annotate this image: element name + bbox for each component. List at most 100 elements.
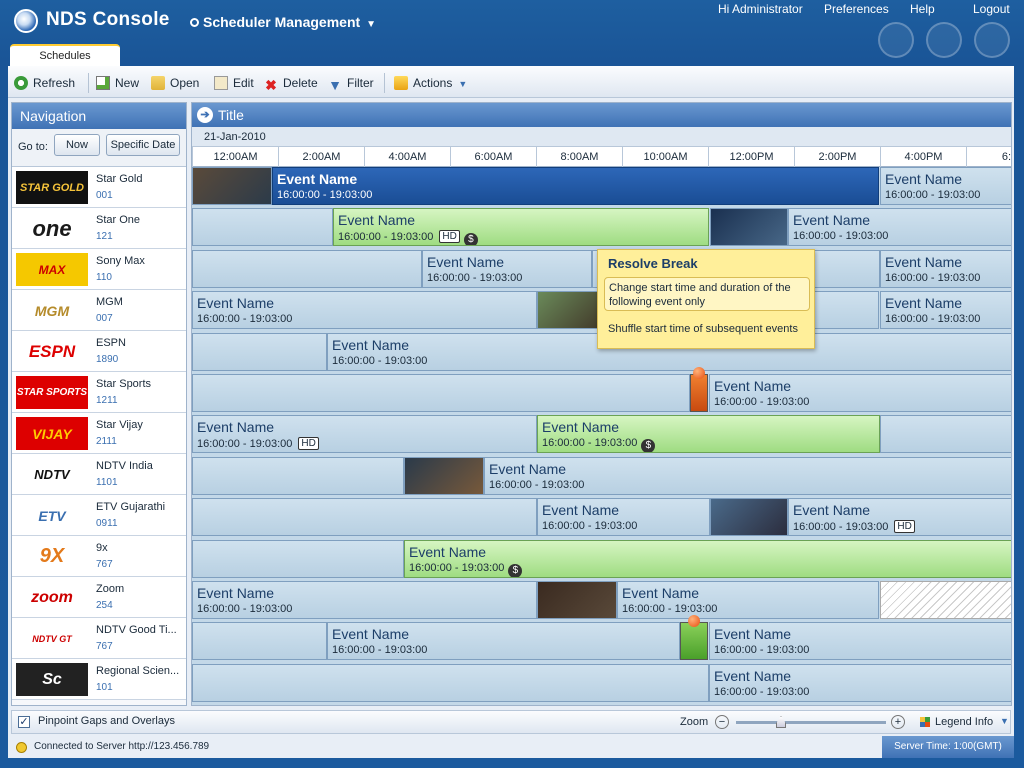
overlay-marker[interactable] xyxy=(690,374,708,412)
event-block[interactable]: Event Name 16:00:00 - 19:03:00 HD $ xyxy=(333,208,709,247)
event-block[interactable] xyxy=(192,456,404,495)
delete-icon: ✖ xyxy=(265,77,277,93)
option-change-following[interactable]: Change start time and duration of the fo… xyxy=(604,277,810,311)
zoom-in-icon[interactable]: + xyxy=(891,715,905,729)
event-block[interactable]: Event Name 16:00:00 - 19:03:00 xyxy=(709,374,1011,412)
event-block[interactable] xyxy=(192,167,272,205)
option-shuffle-subsequent[interactable]: Shuffle start time of subsequent events xyxy=(608,323,798,335)
event-time: 16:00:00 - 19:03:00 xyxy=(714,686,809,698)
channel-row[interactable]: STAR GOLD Star Gold 001 xyxy=(12,167,186,208)
channel-name: NDTV India xyxy=(96,460,153,472)
event-block[interactable]: Event Name 16:00:00 - 19:03:00 xyxy=(192,581,537,619)
zoom-out-icon[interactable]: − xyxy=(715,715,729,729)
event-thumbnail xyxy=(405,457,483,494)
edit-button[interactable]: Edit xyxy=(214,74,254,92)
zoom-slider[interactable] xyxy=(736,721,886,724)
event-time-text: 16:00:00 - 19:03:00 xyxy=(714,644,810,657)
channel-row[interactable]: one Star One 121 xyxy=(12,208,186,249)
delete-button[interactable]: ✖ Delete xyxy=(264,74,318,92)
actions-menu[interactable]: Actions ▼ xyxy=(394,74,467,92)
logout-link[interactable]: Logout xyxy=(973,2,1010,16)
event-block[interactable]: Event Name 16:00:00 - 19:03:00 $ xyxy=(404,539,1011,578)
filter-button[interactable]: ▼ Filter xyxy=(328,74,374,92)
event-block[interactable] xyxy=(192,332,327,371)
event-block[interactable] xyxy=(192,539,404,578)
schedule-row: Event Name 16:00:00 - 19:03:00 HD $ Event Na… xyxy=(192,208,1011,249)
channel-row[interactable]: VIJAY Star Vijay 2111 xyxy=(12,413,186,454)
event-block[interactable]: Event Name 16:00:00 - 19:03:00 HD xyxy=(192,415,537,454)
help-link[interactable]: Help xyxy=(910,2,935,16)
event-block[interactable] xyxy=(192,249,422,288)
event-block[interactable]: Event Name 16:00:00 - 19:03:00 HD xyxy=(788,498,1011,537)
channel-number: 001 xyxy=(96,190,113,201)
legend-info-menu[interactable]: Legend Info xyxy=(935,716,993,728)
event-time: 16:00:00 - 19:03:00 xyxy=(332,355,427,367)
event-time-text: 16:00:00 - 19:03:00 xyxy=(714,685,810,698)
channel-row[interactable]: STAR SPORTS Star Sports 1211 xyxy=(12,372,186,413)
channel-row[interactable]: ETV ETV Gujarathi 0911 xyxy=(12,495,186,536)
event-block[interactable] xyxy=(192,622,327,661)
event-block[interactable]: Event Name 16:00:00 - 19:03:00 xyxy=(880,167,1011,205)
event-block[interactable] xyxy=(192,374,690,412)
event-block[interactable] xyxy=(710,208,788,247)
channel-row[interactable]: MAX Sony Max 110 xyxy=(12,249,186,290)
event-block[interactable]: Event Name 16:00:00 - 19:03:00 xyxy=(617,581,879,619)
channel-row[interactable]: MGM MGM 007 xyxy=(12,290,186,331)
module-selector[interactable]: Scheduler Management ▼ xyxy=(190,14,376,30)
channel-row[interactable]: NDTV GT NDTV Good Ti... 767 xyxy=(12,618,186,659)
event-time-text: 16:00:00 - 19:03:00 xyxy=(409,561,505,574)
channel-number: 254 xyxy=(96,600,113,611)
event-block[interactable]: Event Name 16:00:00 - 19:03:00 xyxy=(880,291,1011,330)
channel-row[interactable]: Sc Regional Scien... 101 xyxy=(12,659,186,700)
channel-name: 9x xyxy=(96,542,108,554)
event-block[interactable]: Event Name 16:00:00 - 19:03:00 xyxy=(422,249,592,288)
event-time-text: 16:00:00 - 19:03:00 xyxy=(338,231,434,244)
event-block[interactable]: Event Name 16:00:00 - 19:03:00 xyxy=(537,498,710,537)
refresh-button[interactable]: Refresh xyxy=(14,74,75,92)
event-block[interactable] xyxy=(537,581,617,619)
event-block[interactable]: Event Name 16:00:00 - 19:03:00 xyxy=(788,208,1011,247)
app-title: NDS Console xyxy=(46,9,170,30)
event-block[interactable] xyxy=(192,663,709,702)
arrow-right-icon[interactable]: ➔ xyxy=(197,107,213,123)
event-block[interactable]: Event Name 16:00:00 - 19:03:00 xyxy=(709,663,1011,702)
refresh-icon xyxy=(14,76,28,90)
event-time-text: 16:00:00 - 19:03:00 xyxy=(885,313,981,326)
channel-logo: ESPN xyxy=(16,335,88,368)
specific-date-button[interactable]: Specific Date xyxy=(106,134,180,156)
event-block[interactable] xyxy=(192,498,537,537)
event-block[interactable]: Event Name 16:00:00 - 19:03:00 xyxy=(709,622,1011,661)
event-block[interactable]: Event Name 16:00:00 - 19:03:00 xyxy=(484,456,1011,495)
gap-marker[interactable] xyxy=(680,622,708,661)
pin-icon[interactable] xyxy=(693,367,705,379)
event-block[interactable]: Event Name 16:00:00 - 19:03:00 xyxy=(272,167,879,205)
channel-row[interactable]: 9X 9x 767 xyxy=(12,536,186,577)
channel-row[interactable]: ESPN ESPN 1890 xyxy=(12,331,186,372)
channel-name: Star Vijay xyxy=(96,419,143,431)
channel-row[interactable]: zoom Zoom 254 xyxy=(12,577,186,618)
now-button[interactable]: Now xyxy=(54,134,100,156)
event-title: Event Name xyxy=(714,626,792,643)
toolbar-divider xyxy=(384,73,385,93)
new-button[interactable]: New xyxy=(96,74,139,92)
event-block[interactable] xyxy=(192,208,333,247)
event-block[interactable] xyxy=(404,456,484,495)
event-block[interactable]: Event Name 16:00:00 - 19:03:00 xyxy=(192,291,537,330)
event-block[interactable]: Event Name 16:00:00 - 19:03:00 $ xyxy=(537,415,880,454)
open-button[interactable]: Open xyxy=(151,74,199,92)
tab-schedules[interactable]: Schedules xyxy=(10,44,120,66)
zoom-slider-thumb[interactable] xyxy=(776,716,786,728)
event-block[interactable] xyxy=(710,498,788,537)
chevron-down-icon: ▼ xyxy=(366,19,377,30)
filter-icon: ▼ xyxy=(328,77,342,93)
event-block[interactable]: Event Name 16:00:00 - 19:03:00 xyxy=(327,622,680,661)
event-block[interactable] xyxy=(880,415,1011,454)
channel-row[interactable]: NDTV NDTV India 1101 xyxy=(12,454,186,495)
pinpoint-checkbox[interactable]: ✓ xyxy=(18,716,30,728)
event-block[interactable]: Event Name 16:00:00 - 19:03:00 xyxy=(880,249,1011,288)
event-time-text: 16:00:00 - 19:03:00 xyxy=(489,478,585,491)
hd-badge: HD xyxy=(894,520,915,534)
preferences-link[interactable]: Preferences xyxy=(824,2,889,16)
event-title: Event Name xyxy=(277,171,358,187)
channel-logo: VIJAY xyxy=(16,417,88,450)
